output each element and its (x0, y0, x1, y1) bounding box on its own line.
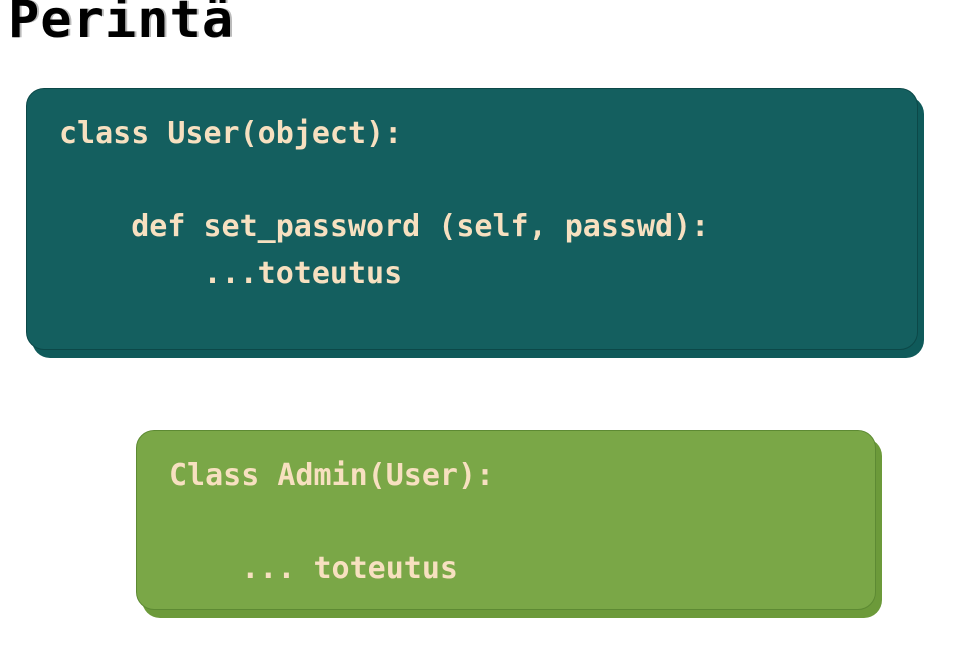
code-line: ... toteutus (169, 546, 843, 593)
code-line (169, 500, 843, 547)
code-line: def set_password (self, passwd): (59, 204, 885, 251)
code-line (59, 158, 885, 205)
code-line: class User(object): (59, 111, 885, 158)
slide: Perintä class User(object): def set_pass… (0, 0, 959, 669)
code-line: ...toteutus (59, 251, 885, 298)
code-box-2: Class Admin(User): ... toteutus (136, 430, 876, 610)
code-line: Class Admin(User): (169, 453, 843, 500)
code-box-1: class User(object): def set_password (se… (26, 88, 918, 350)
slide-title: Perintä (8, 0, 234, 50)
